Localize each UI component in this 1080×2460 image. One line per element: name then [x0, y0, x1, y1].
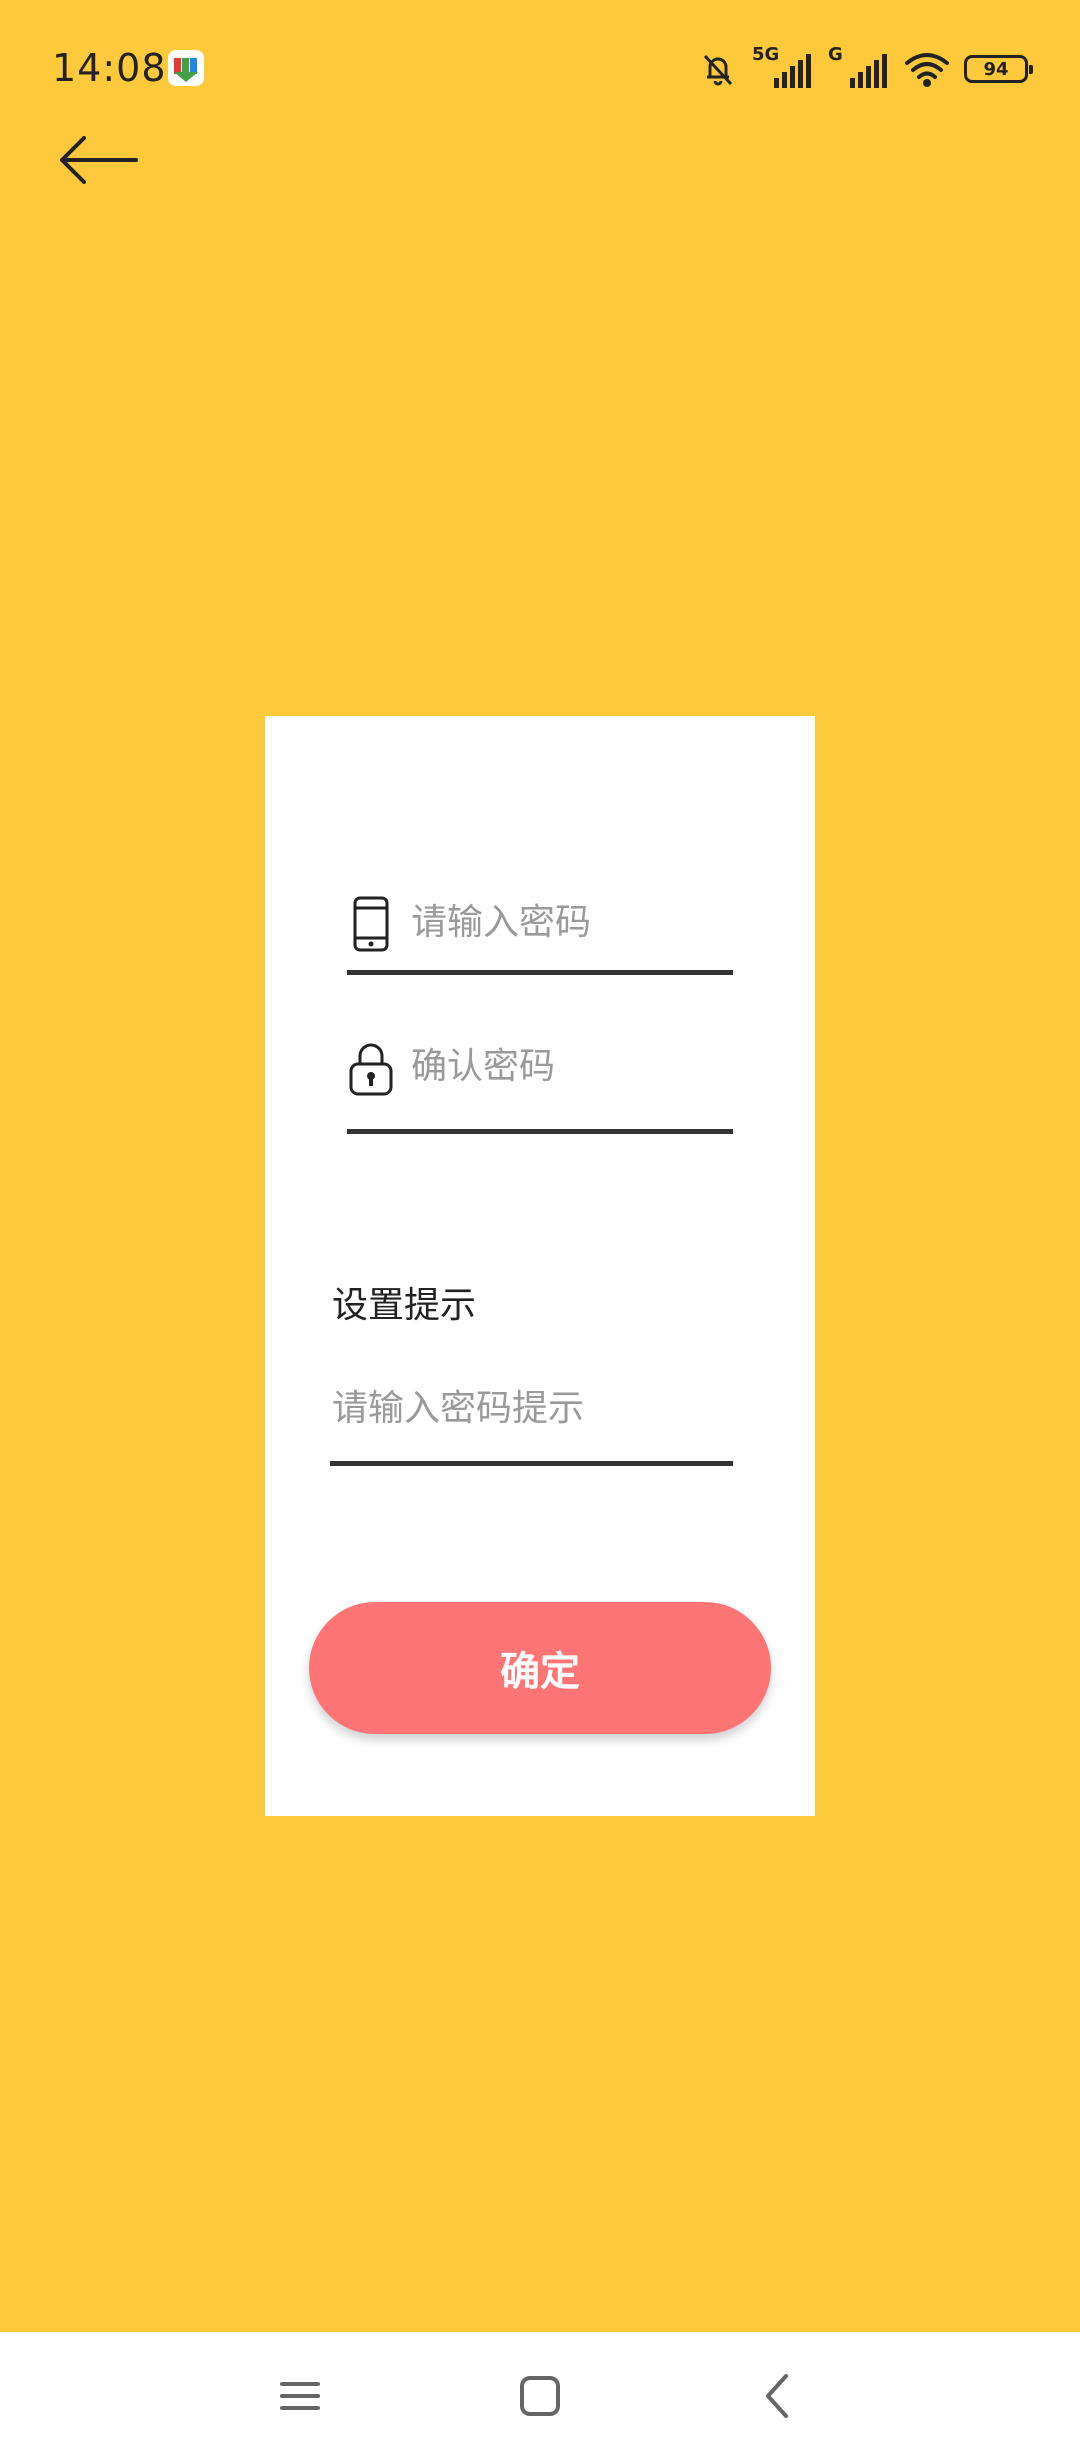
battery-icon: 94: [964, 55, 1033, 83]
arrow-left-icon: [60, 136, 138, 184]
back-button[interactable]: [56, 130, 146, 190]
password-underline: [347, 970, 733, 975]
phone-icon: [353, 896, 389, 952]
confirm-password-underline: [347, 1129, 733, 1134]
menu-icon: [280, 2382, 320, 2410]
confirm-password-field-row: [347, 1024, 733, 1114]
menu-button[interactable]: [260, 2356, 340, 2436]
bell-off-icon: [703, 54, 733, 86]
signal-5g-icon: 5G: [752, 44, 814, 90]
lock-icon: [349, 1043, 393, 1096]
back-icon: [766, 2374, 788, 2418]
hint-label: 设置提示: [332, 1285, 477, 1326]
hint-underline: [330, 1461, 733, 1466]
signal-g-icon: G: [828, 44, 890, 90]
password-hint-input[interactable]: [332, 1376, 732, 1440]
home-button[interactable]: [500, 2356, 580, 2436]
confirm-button[interactable]: 确定: [309, 1602, 771, 1734]
system-back-button[interactable]: [740, 2356, 820, 2436]
status-time: 14:08: [52, 46, 167, 90]
password-form-card: 设置提示 确定: [265, 716, 815, 1816]
wifi-icon: [905, 53, 949, 87]
password-field-row: [347, 880, 733, 970]
confirm-password-input[interactable]: [411, 1034, 731, 1098]
home-icon: [520, 2376, 560, 2416]
status-icons: 5G G 94: [698, 44, 1033, 94]
app-notification-icon: [168, 50, 204, 86]
system-navigation-bar: [0, 2332, 1080, 2460]
password-input[interactable]: [411, 890, 731, 954]
